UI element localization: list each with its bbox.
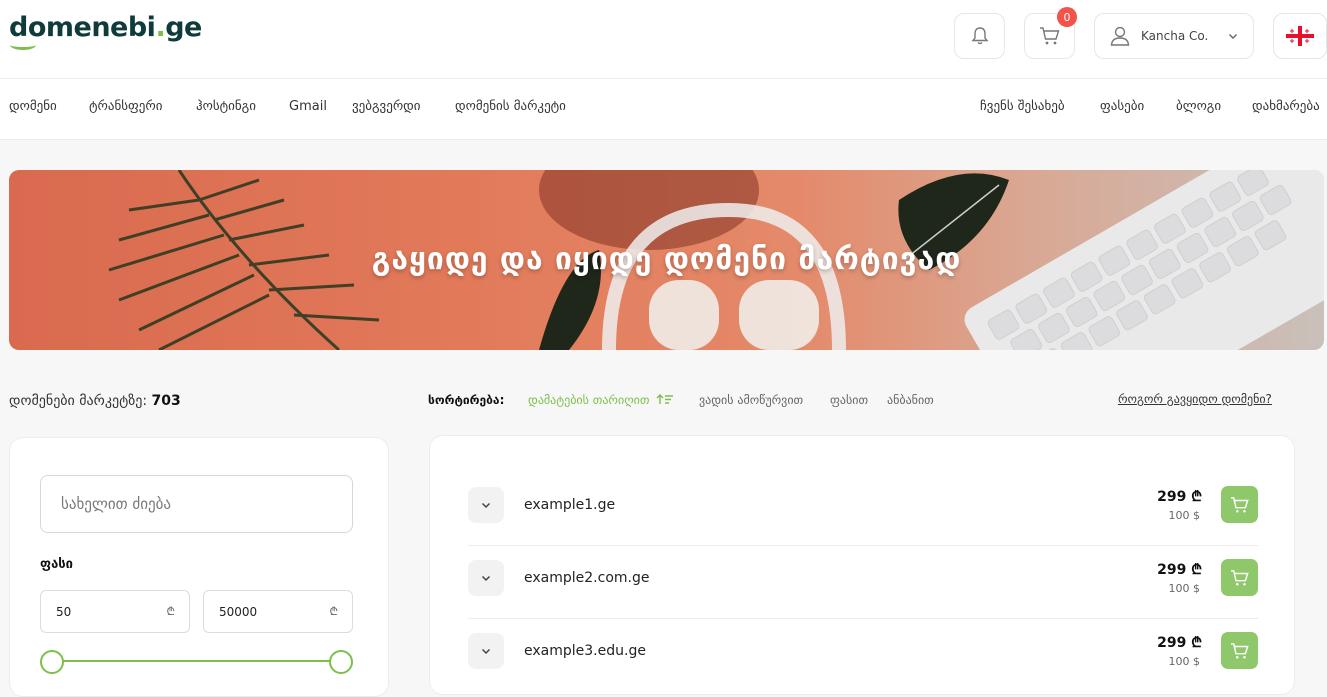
main-nav: დომენი ტრანსფერი ჰოსტინგი Gmail ვებგვერდ… (0, 79, 1327, 140)
add-to-cart-button[interactable] (1221, 486, 1258, 523)
logo-text: domenebi (9, 12, 156, 43)
domain-row: example3.edu.ge 299 ₾ 100 $ (468, 619, 1258, 692)
expand-button[interactable] (468, 633, 504, 669)
cart-icon (1039, 27, 1059, 45)
expand-button[interactable] (468, 560, 504, 596)
logo-dot: . (155, 12, 166, 43)
nav-item-help[interactable]: დახმარება (1252, 99, 1320, 114)
domain-count: დომენები მარკეტზე: 703 (9, 393, 181, 409)
sort-ascending-icon (656, 394, 674, 404)
nav-item-hosting[interactable]: ჰოსტინგი (196, 99, 256, 114)
lari-icon: ₾ (166, 605, 175, 618)
user-name: Kancha Co. (1141, 29, 1209, 43)
price-filter-label: ფასი (40, 557, 73, 572)
add-to-cart-button[interactable] (1221, 632, 1258, 669)
hero-banner: გაყიდე და იყიდე დომენი მარტივად (9, 170, 1324, 350)
georgia-flag-icon (1286, 26, 1314, 46)
domain-row: example1.ge 299 ₾ 100 $ (468, 473, 1258, 546)
logo[interactable]: domenebi.ge (9, 12, 202, 43)
notifications-button[interactable] (954, 13, 1005, 59)
sort-label: სორტირება: (428, 393, 505, 407)
sort-option-label: დამატების თარიღით (528, 393, 650, 407)
domain-name[interactable]: example1.ge (524, 497, 615, 513)
domain-price-usd: 100 $ (1168, 509, 1201, 522)
domain-count-label: დომენები მარკეტზე: (9, 393, 148, 409)
expand-button[interactable] (468, 487, 504, 523)
nav-item-prices[interactable]: ფასები (1100, 99, 1144, 114)
sort-option-alphabetical[interactable]: ანბანით (887, 393, 934, 407)
nav-item-gmail[interactable]: Gmail (289, 99, 327, 114)
domain-row: example2.com.ge 299 ₾ 100 $ (468, 546, 1258, 619)
domain-name[interactable]: example3.edu.ge (524, 643, 646, 659)
domain-name[interactable]: example2.com.ge (524, 570, 649, 586)
domain-count-value: 703 (151, 393, 181, 409)
nav-item-blog[interactable]: ბლოგი (1176, 99, 1221, 114)
search-by-name-input[interactable] (40, 475, 353, 533)
price-min-value: 50 (56, 604, 72, 619)
chevron-down-icon (481, 575, 491, 582)
header: domenebi.ge 0 Kancha Co. (0, 0, 1327, 79)
domain-price-gel: 299 ₾ (1157, 635, 1202, 651)
nav-item-website[interactable]: ვებგვერდი (352, 99, 421, 114)
nav-item-transfer[interactable]: ტრანსფერი (89, 99, 162, 114)
price-range-track[interactable] (53, 660, 341, 662)
cart-icon (1230, 642, 1249, 659)
price-min-input[interactable]: 50 ₾ (40, 590, 190, 633)
price-range-max-handle[interactable] (329, 650, 353, 674)
filter-panel: ფასი 50 ₾ 50000 ₾ (9, 437, 389, 697)
bell-icon (971, 27, 988, 45)
domain-price-gel: 299 ₾ (1157, 489, 1202, 505)
cart-icon (1230, 496, 1249, 513)
domain-price-usd: 100 $ (1168, 655, 1201, 668)
cart-count-badge: 0 (1057, 7, 1077, 27)
logo-swoosh (10, 40, 36, 50)
sort-option-price[interactable]: ფასით (830, 393, 868, 407)
domain-price-usd: 100 $ (1168, 582, 1201, 595)
domain-price-gel: 299 ₾ (1157, 562, 1202, 578)
language-selector[interactable] (1273, 13, 1327, 59)
banner-title: გაყიდე და იყიდე დომენი მარტივად (371, 242, 962, 277)
chevron-down-icon (481, 648, 491, 655)
price-range-min-handle[interactable] (40, 650, 64, 674)
how-to-sell-link[interactable]: როგორ გავყიდო დომენი? (1118, 392, 1272, 406)
price-max-value: 50000 (219, 604, 258, 619)
logo-tld: ge (165, 12, 202, 43)
nav-item-domain[interactable]: დომენი (9, 99, 57, 114)
nav-item-about[interactable]: ჩვენს შესახებ (980, 99, 1065, 114)
nav-item-domain-market[interactable]: დომენის მარკეტი (455, 99, 566, 114)
user-icon (1110, 26, 1130, 46)
sort-option-date-added[interactable]: დამატების თარიღით (528, 393, 674, 407)
lari-icon: ₾ (329, 605, 338, 618)
user-menu-button[interactable]: Kancha Co. (1094, 13, 1254, 59)
sort-option-expiry[interactable]: ვადის ამოწურვით (699, 393, 803, 407)
domain-list: example1.ge 299 ₾ 100 $ example2.com.ge … (429, 435, 1295, 695)
add-to-cart-button[interactable] (1221, 559, 1258, 596)
chevron-down-icon (1229, 34, 1237, 39)
price-max-input[interactable]: 50000 ₾ (203, 590, 353, 633)
cart-button[interactable]: 0 (1024, 7, 1077, 59)
chevron-down-icon (481, 502, 491, 509)
cart-icon (1230, 569, 1249, 586)
